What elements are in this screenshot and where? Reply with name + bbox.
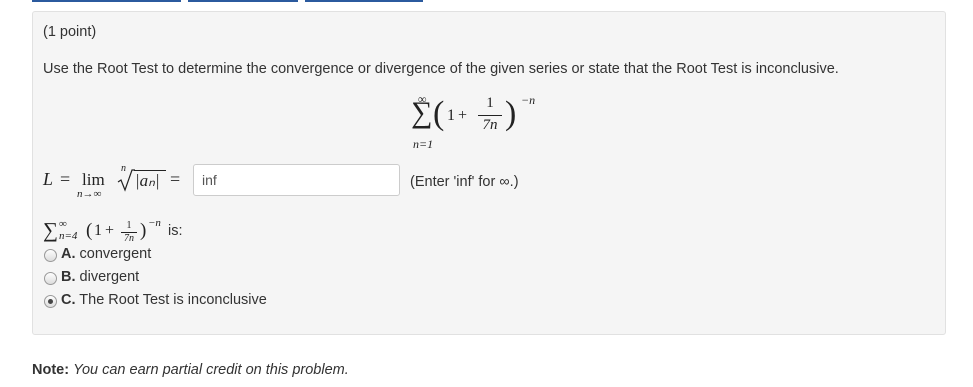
series-one: 1 <box>447 107 455 124</box>
fraction-denominator: 7n <box>482 117 498 133</box>
radical-sign <box>117 169 135 192</box>
lim-subscript: n→∞ <box>77 188 102 200</box>
tab-underline-3 <box>305 0 423 2</box>
right-paren: ) <box>505 95 517 132</box>
points-label: (1 point) <box>43 24 97 40</box>
radio-option-b[interactable] <box>44 272 57 285</box>
option-a-letter: A. <box>61 246 76 262</box>
radicand: |aₙ| <box>135 171 160 190</box>
note-label: Note: <box>32 362 70 378</box>
inline-one: 1 <box>94 222 102 239</box>
limit-answer-input[interactable] <box>193 164 400 196</box>
lim-operator: lim <box>82 170 105 189</box>
inline-fraction-numerator: 1 <box>126 220 132 231</box>
option-c-letter: C. <box>61 292 76 308</box>
tab-underline-2 <box>188 0 298 2</box>
series-exponent: −n <box>521 93 536 107</box>
inline-left-paren: ( <box>86 220 93 241</box>
note-text: You can earn partial credit on this prob… <box>73 362 349 378</box>
inline-sigma-upper: ∞ <box>59 218 67 230</box>
equals-sign: = <box>60 169 71 189</box>
inline-fraction-denominator: 7n <box>124 233 134 244</box>
option-b-text: divergent <box>79 269 140 285</box>
inline-exponent: −n <box>148 217 161 229</box>
option-c-text: The Root Test is inconclusive <box>79 292 267 308</box>
series-plus: + <box>458 107 468 124</box>
instruction-text: Use the Root Test to determine the conve… <box>43 61 839 77</box>
input-hint: (Enter 'inf' for ∞.) <box>410 174 519 190</box>
partial-credit-note: Note: You can earn partial credit on thi… <box>32 362 349 378</box>
problem-box: (1 point) Use the Root Test to determine… <box>32 11 946 335</box>
series-inline-suffix: is: <box>168 223 183 239</box>
equals-sign-2: = <box>170 169 181 189</box>
left-paren: ( <box>433 95 445 132</box>
inline-sigma-lower: n=4 <box>59 230 78 242</box>
inline-sigma: ∑ <box>43 218 58 242</box>
radio-option-c[interactable] <box>44 295 57 308</box>
option-a-text: convergent <box>79 246 152 262</box>
option-b-letter: B. <box>61 269 76 285</box>
L-variable: L <box>43 169 54 189</box>
tab-underline-1 <box>32 0 181 2</box>
fraction-numerator: 1 <box>486 95 494 111</box>
sigma-lower: n=1 <box>413 137 434 151</box>
series-display: ∞ ∑ n=1 ( 1 + 1 7n ) −n <box>411 92 573 154</box>
fraction-bar <box>478 115 502 116</box>
sigma-symbol: ∑ <box>411 96 433 129</box>
inline-right-paren: ) <box>140 220 147 241</box>
inline-plus: + <box>105 222 115 239</box>
radio-option-a[interactable] <box>44 249 57 262</box>
